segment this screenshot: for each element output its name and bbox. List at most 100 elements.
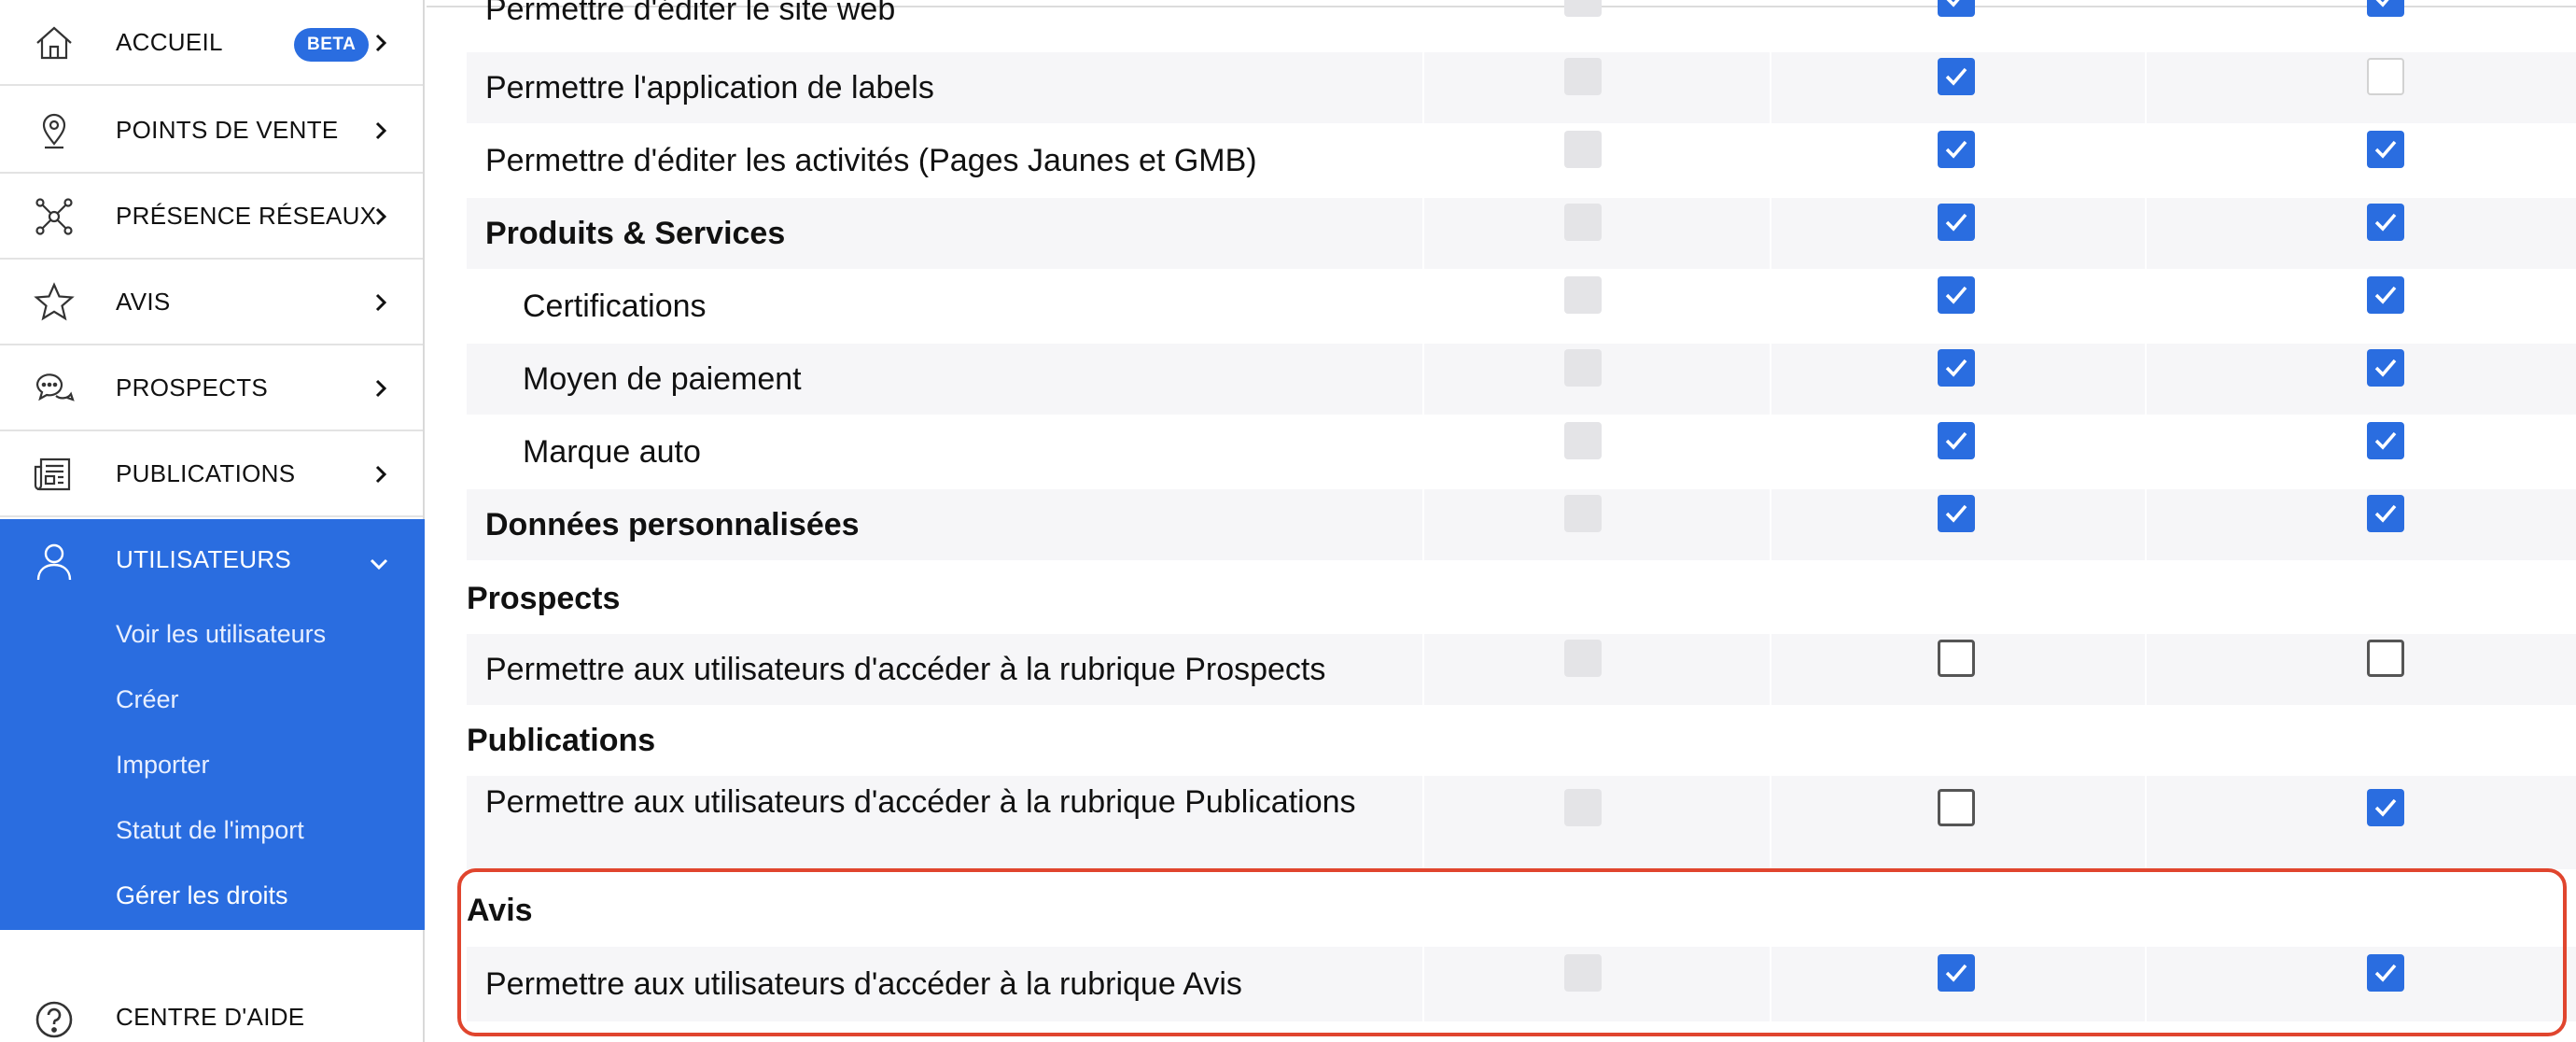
nav-item-utilisateurs-header[interactable]: UTILISATEURS [0, 519, 425, 605]
permission-row: Permettre aux utilisateurs d'accéder à l… [467, 947, 2576, 1021]
chevron-right-icon [375, 465, 387, 484]
checkbox-manager[interactable] [1938, 640, 1975, 677]
checkbox-user[interactable] [2367, 276, 2404, 314]
checkbox-admin [1564, 640, 1602, 677]
checkbox-manager[interactable] [1938, 349, 1975, 387]
permission-cell [2147, 0, 2576, 39]
checkmark-icon [1946, 0, 1960, 7]
permission-cell [1771, 271, 2145, 342]
chat-bubbles-icon [35, 373, 75, 401]
checkmark-icon [1945, 359, 1967, 377]
nav-label: PROSPECTS [116, 373, 269, 401]
checkbox-manager[interactable] [1938, 131, 1975, 168]
permission-cell [1771, 344, 2145, 415]
nav-label: ACCUEIL [116, 27, 223, 56]
checkbox-user[interactable] [2367, 954, 2404, 992]
checkbox-admin [1564, 954, 1602, 992]
checkbox-admin [1564, 422, 1602, 459]
subnav-creer[interactable]: Créer [116, 685, 179, 714]
nav-item-publications[interactable]: PUBLICATIONS [0, 431, 423, 517]
section-title: Avis [467, 892, 533, 928]
nav-label: CENTRE D'AIDE [116, 1003, 305, 1031]
checkmark-icon [2374, 431, 2397, 450]
permission-cell [2147, 776, 2576, 869]
checkbox-user[interactable] [2367, 204, 2404, 241]
permission-row: Données personnalisées [467, 489, 2576, 560]
nav-item-presence-reseaux[interactable]: PRÉSENCE RÉSEAUX [0, 174, 423, 260]
checkbox-manager[interactable] [1938, 495, 1975, 532]
checkbox-user[interactable] [2367, 0, 2404, 17]
subnav-statut-import[interactable]: Statut de l'import [116, 816, 304, 845]
permission-row: Certifications [467, 271, 2576, 342]
permission-row: Permettre d'éditer les activités (Pages … [467, 125, 2576, 196]
checkbox-user[interactable] [2367, 349, 2404, 387]
permission-cell [1424, 947, 1770, 1021]
permission-cell [1424, 776, 1770, 869]
permission-cell [1424, 52, 1770, 123]
checkmark-icon [2374, 359, 2397, 377]
permission-label: Produits & Services [467, 198, 1422, 269]
permission-cell [2147, 634, 2576, 705]
chevron-right-icon [375, 293, 387, 312]
checkmark-icon [2374, 504, 2397, 523]
checkbox-user[interactable] [2367, 131, 2404, 168]
permission-cell [1771, 52, 2145, 123]
checkbox-user[interactable] [2367, 640, 2404, 677]
nav-item-points-de-vente[interactable]: POINTS DE VENTE [0, 88, 423, 174]
checkbox-manager[interactable] [1938, 58, 1975, 95]
subnav-importer[interactable]: Importer [116, 751, 210, 780]
permission-cell [1771, 634, 2145, 705]
section-header-row: Publications [467, 707, 2576, 774]
checkbox-manager[interactable] [1938, 422, 1975, 459]
checkbox-manager[interactable] [1938, 276, 1975, 314]
permission-label: Permettre d'éditer le site web [485, 0, 896, 27]
checkbox-user[interactable] [2367, 422, 2404, 459]
nav-label: PRÉSENCE RÉSEAUX [116, 201, 377, 230]
checkmark-icon [1945, 140, 1967, 159]
permission-row: Marque auto [467, 416, 2576, 487]
checkbox-user[interactable] [2367, 495, 2404, 532]
permission-row: Permettre d'éditer le site web [467, 0, 2576, 39]
permission-label: Permettre aux utilisateurs d'accéder à l… [467, 947, 1422, 1021]
sidebar: ACCUEIL BETA POINTS DE VENTE PRÉSENCE RÉ… [0, 0, 425, 1042]
checkbox-admin [1564, 349, 1602, 387]
checkmark-icon [1945, 964, 1967, 982]
section-title: Prospects [467, 580, 621, 616]
home-icon [36, 26, 72, 60]
permission-label: Moyen de paiement [467, 344, 1422, 415]
checkbox-manager[interactable] [1938, 954, 1975, 992]
subnav-voir-utilisateurs[interactable]: Voir les utilisateurs [116, 620, 326, 649]
checkbox-manager[interactable] [1938, 204, 1975, 241]
permission-cell [2147, 489, 2576, 560]
permission-cell [1424, 489, 1770, 560]
checkbox-admin [1564, 789, 1602, 826]
permission-cell [1424, 344, 1770, 415]
permission-label: Permettre l'application de labels [467, 52, 1422, 123]
permission-cell [2147, 344, 2576, 415]
checkmark-icon [2375, 0, 2389, 7]
checkmark-icon [2374, 964, 2397, 982]
nav-item-accueil[interactable]: ACCUEIL BETA [0, 0, 423, 86]
permission-cell [1771, 565, 2145, 632]
permission-row: Permettre l'application de labels [467, 52, 2576, 123]
checkmark-icon [1945, 504, 1967, 523]
checkbox-manager[interactable] [1938, 789, 1975, 826]
section-header-row: Avis [467, 878, 2576, 943]
checkbox-user[interactable] [2367, 789, 2404, 826]
nav-label: PUBLICATIONS [116, 458, 296, 487]
nav-item-avis[interactable]: AVIS [0, 260, 423, 345]
checkbox-manager[interactable] [1938, 0, 1975, 17]
permission-cell [1424, 634, 1770, 705]
beta-badge: BETA [294, 28, 370, 62]
checkbox-admin [1564, 276, 1602, 314]
permission-cell [2147, 565, 2576, 632]
permission-row: Permettre aux utilisateurs d'accéder à l… [467, 634, 2576, 705]
chevron-right-icon [375, 34, 387, 52]
checkbox-admin [1564, 495, 1602, 532]
chevron-right-icon [375, 379, 387, 398]
help-center-link[interactable]: CENTRE D'AIDE [0, 982, 423, 1042]
subnav-gerer-droits[interactable]: Gérer les droits [116, 881, 288, 910]
checkbox-user[interactable] [2367, 58, 2404, 95]
nav-item-prospects[interactable]: PROSPECTS [0, 345, 423, 431]
help-circle-icon [35, 1001, 73, 1038]
